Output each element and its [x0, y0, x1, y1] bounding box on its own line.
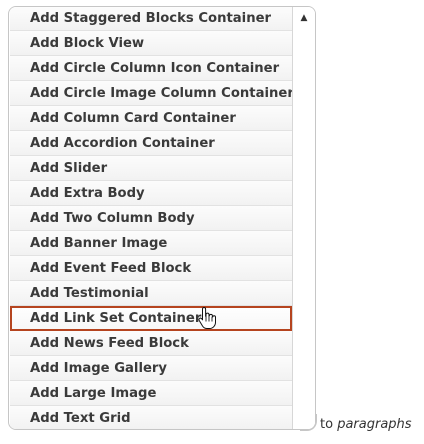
dropdown-item-add-two-column-body[interactable]: Add Two Column Body: [10, 206, 292, 231]
dropdown-item-add-extra-body[interactable]: Add Extra Body: [10, 181, 292, 206]
add-paragraph-dropdown: Add Staggered Blocks Container Add Block…: [8, 6, 316, 430]
dropdown-item-add-image-gallery[interactable]: Add Image Gallery: [10, 356, 292, 381]
dropdown-item-add-text-grid[interactable]: Add Text Grid: [10, 406, 292, 429]
dropdown-item-add-column-card-container[interactable]: Add Column Card Container: [10, 106, 292, 131]
dropdown-item-add-news-feed-block[interactable]: Add News Feed Block: [10, 331, 292, 356]
trailing-prefix: to: [320, 417, 334, 432]
dropdown-item-add-link-set-container[interactable]: Add Link Set Container: [10, 306, 292, 331]
scrollbar[interactable]: ▲: [293, 7, 315, 429]
hand-pointer-icon: [198, 307, 216, 329]
dropdown-item-add-testimonial[interactable]: Add Testimonial: [10, 281, 292, 306]
add-to-paragraphs-text: to paragraphs: [320, 417, 412, 432]
dropdown-item-add-banner-image[interactable]: Add Banner Image: [10, 231, 292, 256]
dropdown-item-add-block-view[interactable]: Add Block View: [10, 31, 292, 56]
dropdown-item-add-circle-column-icon-container[interactable]: Add Circle Column Icon Container: [10, 56, 292, 81]
dropdown-item-add-accordion-container[interactable]: Add Accordion Container: [10, 131, 292, 156]
dropdown-item-add-circle-image-column-container[interactable]: Add Circle Image Column Container: [10, 81, 294, 106]
triangle-up-icon[interactable]: ▲: [293, 9, 315, 27]
dropdown-item-add-large-image[interactable]: Add Large Image: [10, 381, 292, 406]
dropdown-item-add-staggered-blocks-container[interactable]: Add Staggered Blocks Container: [10, 7, 292, 31]
dropdown-item-add-event-feed-block[interactable]: Add Event Feed Block: [10, 256, 292, 281]
dropdown-item-add-slider[interactable]: Add Slider: [10, 156, 292, 181]
trailing-emphasis: paragraphs: [337, 417, 412, 432]
dropdown-list: Add Staggered Blocks Container Add Block…: [10, 7, 294, 429]
